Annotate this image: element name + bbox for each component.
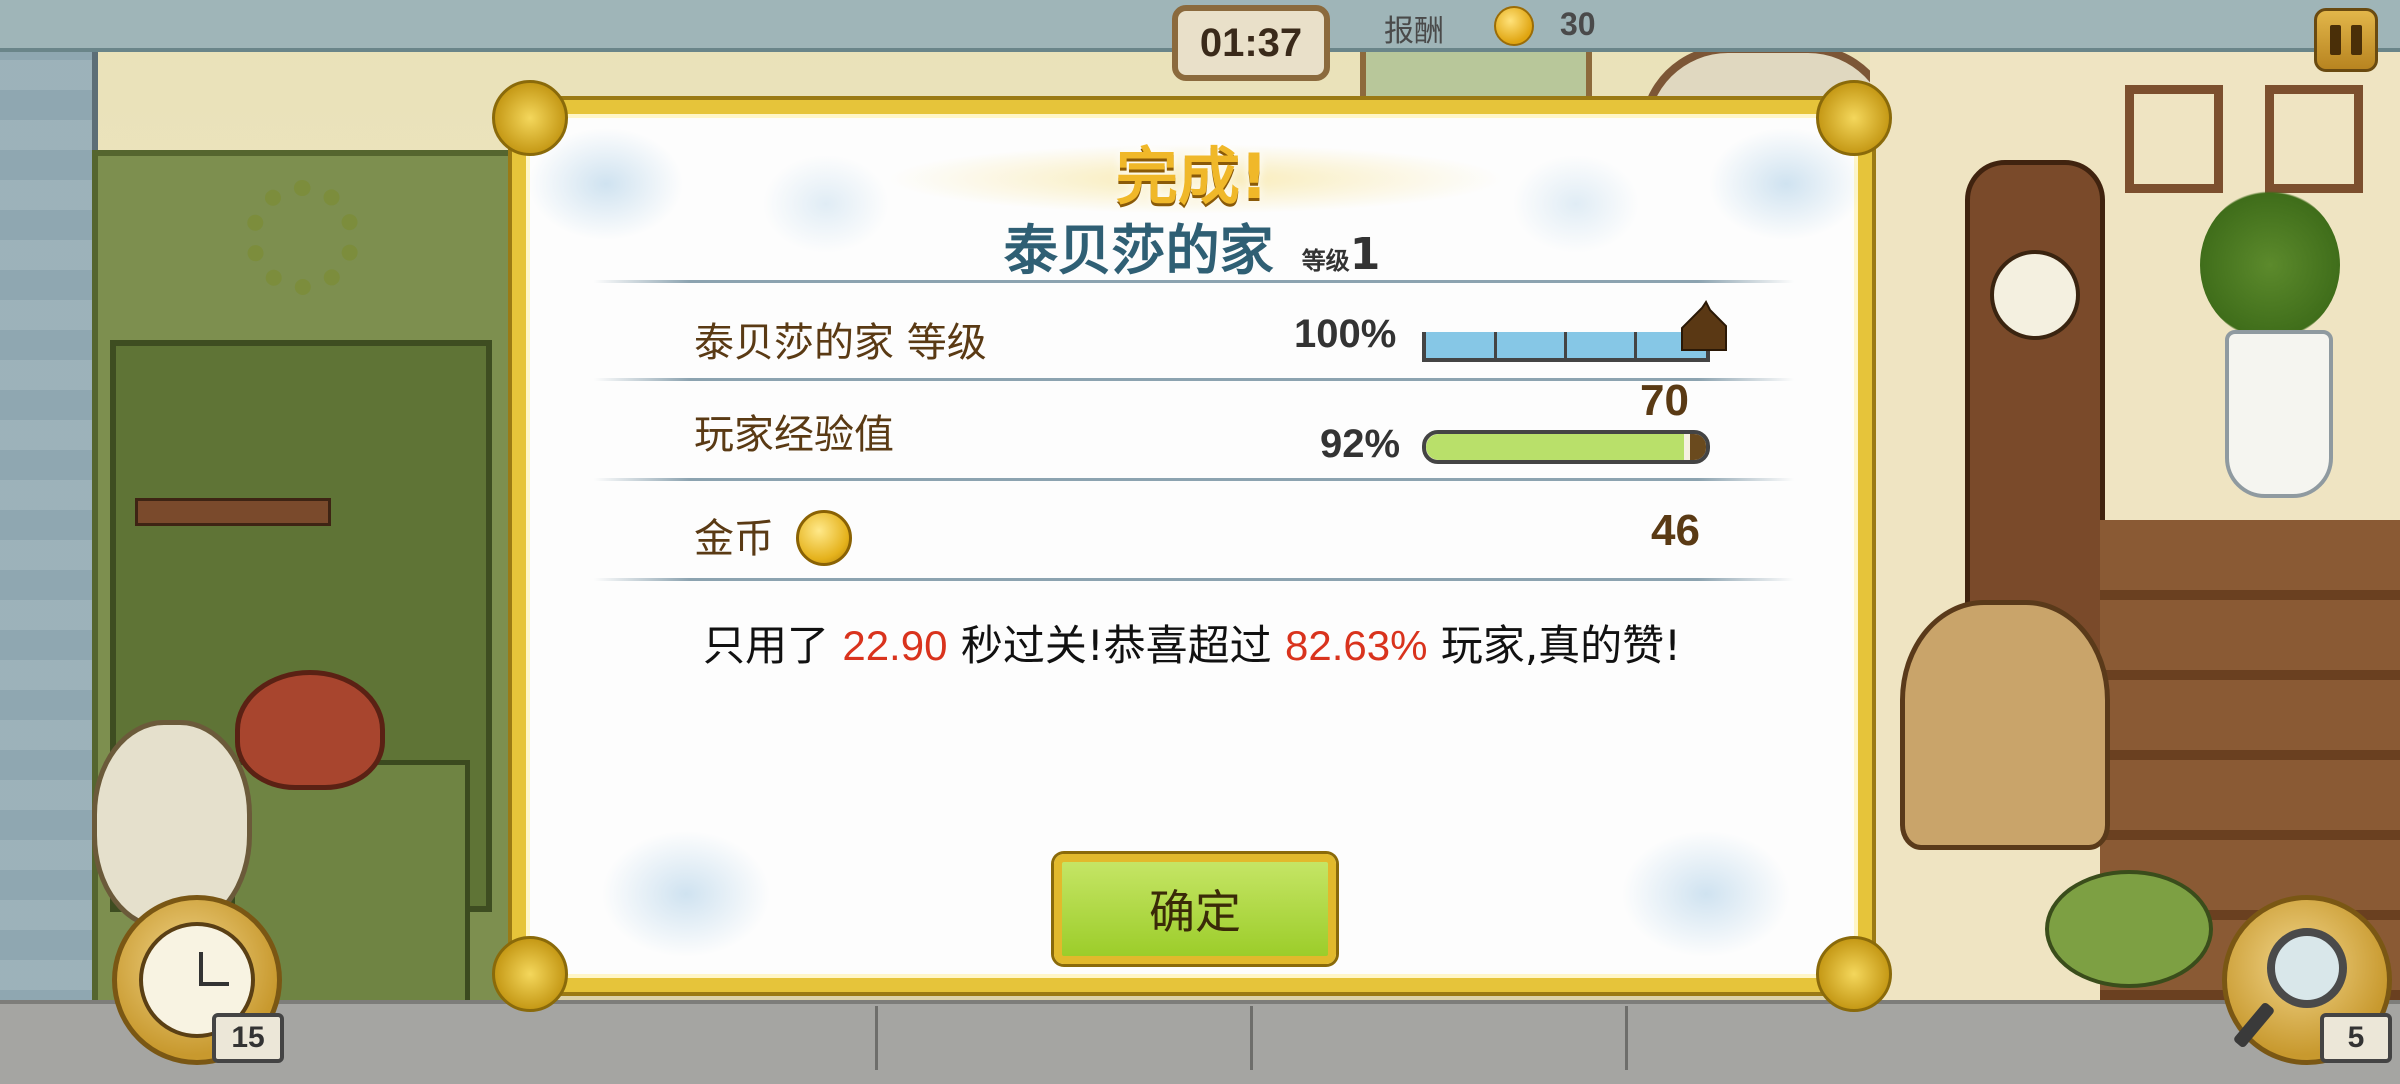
countdown-timer: 01:37: [1172, 5, 1330, 81]
mouse-character: [2045, 870, 2213, 988]
coins-label: 金币: [694, 516, 774, 562]
coin-icon: [796, 510, 852, 566]
player-exp-fill: [1426, 434, 1684, 460]
home-name: 泰贝莎的家: [1003, 219, 1274, 282]
result-summary: 只用了 22.90 秒过关!恭喜超过 82.63% 玩家,真的赞!: [526, 612, 1858, 673]
level-complete-dialog: 完成! 泰贝莎的家 等级1 泰贝莎的家 等级 100% 玩家经验值 70 92% …: [492, 80, 1892, 1012]
divider: [594, 478, 1794, 481]
pause-button[interactable]: [2314, 8, 2378, 72]
player-exp-percent: 92%: [1320, 422, 1401, 466]
rocking-horse: [1900, 600, 2110, 850]
summary-middle: 秒过关!恭喜超过: [960, 621, 1272, 670]
player-exp-progress: [1422, 430, 1710, 464]
slot-divider: [875, 1006, 878, 1070]
home-level-progress: [1422, 332, 1710, 362]
summary-time: 22.90: [842, 622, 948, 669]
corner-ornament: [492, 936, 568, 1012]
potted-plant: [2200, 190, 2340, 340]
complete-title: 完成!: [1115, 140, 1269, 213]
player-exp-label: 玩家经验值: [694, 412, 894, 458]
wreath-decoration: [245, 180, 360, 295]
divider: [594, 280, 1794, 283]
summary-prefix: 只用了: [702, 621, 829, 670]
magnifier-count-badge: 5: [2320, 1013, 2392, 1063]
pause-icon: [2330, 25, 2341, 55]
picture-frame: [2265, 85, 2363, 193]
level-value: 1: [1349, 229, 1381, 280]
clock-face: [1990, 250, 2080, 340]
coin-icon: [1494, 6, 1534, 46]
reward-value: 30: [1560, 6, 1596, 42]
clock-count-badge: 15: [212, 1013, 284, 1063]
home-title: 泰贝莎的家 等级1: [526, 206, 1858, 285]
summary-suffix: 玩家,真的赞!: [1440, 621, 1682, 670]
divider: [594, 378, 1794, 381]
player-exp-value: 70: [1640, 376, 1689, 425]
item-bar: [0, 1000, 2400, 1084]
vase: [2225, 330, 2333, 498]
corner-ornament: [1816, 936, 1892, 1012]
picture-frame: [2125, 85, 2223, 193]
wall-shelf: [135, 498, 331, 526]
divider: [594, 578, 1794, 581]
magnifier-icon: [2267, 928, 2347, 1008]
kettle: [235, 670, 385, 790]
slot-divider: [1250, 1006, 1253, 1070]
reward-label: 报酬: [1384, 14, 1444, 49]
home-level-label: 泰贝莎的家 等级: [694, 320, 987, 366]
confirm-button[interactable]: 确定: [1054, 854, 1336, 964]
summary-percent: 82.63%: [1285, 622, 1428, 669]
home-level-percent: 100%: [1294, 312, 1397, 356]
house-icon: [1681, 300, 1727, 351]
coins-value: 46: [1651, 506, 1700, 555]
level-label: 等级: [1301, 247, 1350, 275]
left-wall: [0, 0, 98, 1000]
slot-divider: [1625, 1006, 1628, 1070]
